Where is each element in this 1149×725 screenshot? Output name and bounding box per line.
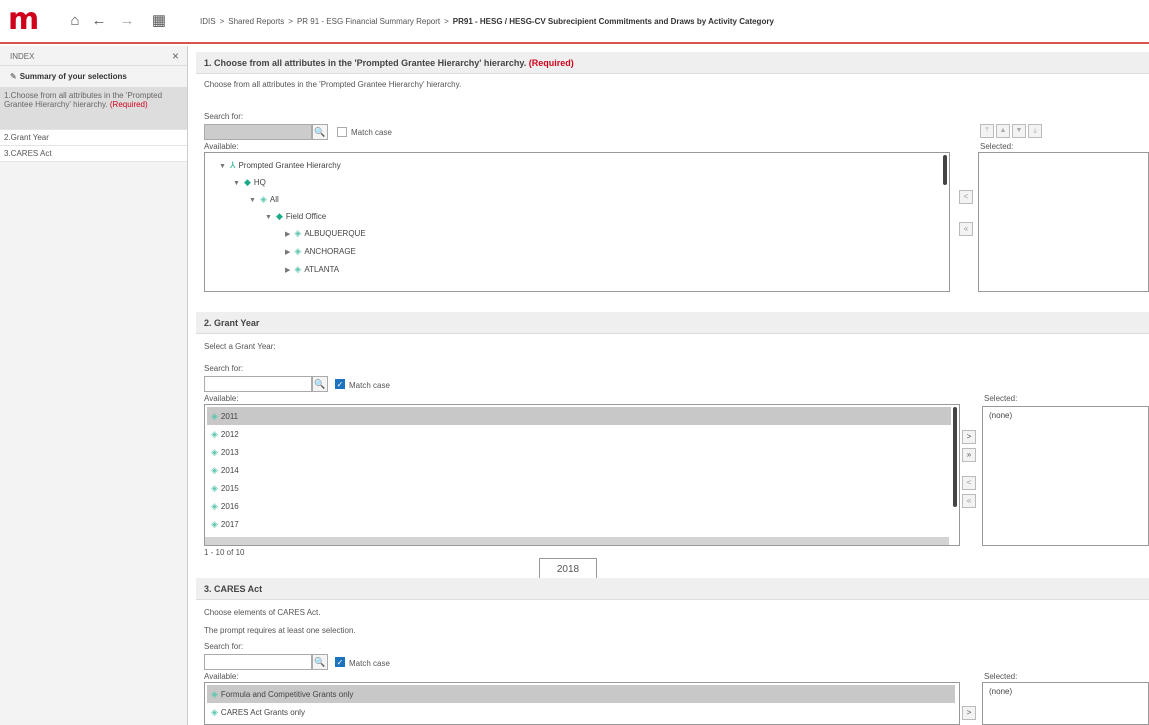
list-item[interactable]: ◈ 2017 — [207, 515, 243, 533]
hierarchy-tree[interactable]: ▼ ⅄ Prompted Grantee Hierarchy ▼ ◆ HQ ▼ ◈ All … — [204, 152, 950, 292]
selected-label: Selected: — [984, 672, 1018, 681]
close-icon[interactable]: × — [172, 49, 179, 63]
match-case-checkbox[interactable] — [337, 127, 347, 137]
tree-node-hq[interactable]: ▼ ◆ HQ — [233, 177, 266, 188]
add-button[interactable]: > — [962, 430, 976, 444]
list-item[interactable]: ◈ 2013 — [207, 443, 243, 461]
move-bottom-button[interactable]: ⤓ — [1028, 124, 1042, 138]
breadcrumb: IDIS > Shared Reports > PR 91 - ESG Financia… — [200, 17, 774, 26]
match-case-checkbox[interactable]: ✓ — [335, 379, 345, 389]
section-header-grant-year: 2. Grant Year — [196, 312, 1149, 334]
sidebar-item-cares-act[interactable]: 3.CARES Act — [0, 146, 187, 162]
selected-label: Selected: — [984, 394, 1018, 403]
remove-button[interactable]: < — [959, 190, 973, 204]
list-item[interactable]: ◈ 2016 — [207, 497, 243, 515]
tree-node-anchorage[interactable]: ▶ ◈ ANCHORAGE — [285, 246, 356, 257]
sidebar-title: INDEX — [10, 52, 35, 61]
breadcrumb-item[interactable]: Shared Reports — [228, 17, 284, 26]
search-label: Search for: — [204, 364, 244, 373]
list-item[interactable]: ◈ 2011 — [207, 407, 951, 425]
list-item[interactable]: ◈ 2012 — [207, 425, 243, 443]
cares-act-list[interactable]: ◈ Formula and Competitive Grants only ◈ CA… — [204, 682, 960, 725]
sidebar-item-label: 3.CARES Act — [4, 149, 52, 158]
remove-all-button[interactable]: « — [962, 494, 976, 508]
breadcrumb-item[interactable]: PR 91 - ESG Financial Summary Report — [297, 17, 440, 26]
sidebar-item-label: 2.Grant Year — [4, 133, 49, 142]
summary-icon: ✎ — [10, 72, 17, 81]
scrollbar-thumb[interactable] — [953, 407, 957, 507]
section-description: Choose from all attributes in the 'Promp… — [204, 80, 462, 89]
search-input[interactable] — [204, 376, 312, 392]
search-label: Search for: — [204, 642, 244, 651]
required-tag: (Required) — [109, 100, 148, 109]
back-arrow-icon[interactable]: ← — [90, 12, 108, 30]
section-title: 3. CARES Act — [204, 584, 263, 594]
section-title: 1. Choose from all attributes in the 'Pr… — [204, 58, 527, 68]
tree-node-atlanta[interactable]: ▶ ◈ ATLANTA — [285, 264, 339, 275]
search-icon[interactable]: 🔍 — [312, 654, 328, 670]
available-label: Available: — [204, 672, 239, 681]
selected-list[interactable]: (none) — [982, 406, 1149, 546]
selected-list[interactable] — [978, 152, 1149, 292]
section-description: Choose elements of CARES Act. — [204, 608, 321, 617]
available-label: Available: — [204, 142, 239, 151]
match-case-label: Match case — [351, 128, 392, 137]
selected-value: (none) — [989, 411, 1013, 420]
move-down-button[interactable]: ▼ — [1012, 124, 1026, 138]
tree-node-all[interactable]: ▼ ◈ All — [249, 194, 279, 205]
list-item[interactable]: ◈ 2015 — [207, 479, 243, 497]
add-button[interactable]: > — [962, 706, 976, 720]
breadcrumb-item[interactable]: IDIS — [200, 17, 216, 26]
report-icon[interactable]: ▦ — [150, 12, 168, 30]
search-input[interactable] — [204, 124, 312, 140]
list-item[interactable]: ◈ Formula and Competitive Grants only — [207, 685, 955, 703]
remove-button[interactable]: < — [962, 476, 976, 490]
section-header-hierarchy: 1. Choose from all attributes in the 'Pr… — [196, 52, 1149, 74]
list-item[interactable]: ◈ CARES Act Grants only — [207, 703, 309, 721]
match-case-checkbox[interactable]: ✓ — [335, 657, 345, 667]
search-icon[interactable]: 🔍 — [312, 124, 328, 140]
sidebar-item-grant-year[interactable]: 2.Grant Year — [0, 130, 187, 146]
available-label: Available: — [204, 394, 239, 403]
move-top-button[interactable]: ⤒ — [980, 124, 994, 138]
search-icon[interactable]: 🔍 — [312, 376, 328, 392]
required-tag: (Required) — [528, 58, 574, 68]
forward-arrow-icon[interactable]: → — [118, 12, 136, 30]
requirement-note: The prompt requires at least one selecti… — [204, 626, 356, 635]
grant-year-list[interactable]: ◈ 2011 ◈ 2012 ◈ 2013 ◈ 2014 ◈ 2015 ◈ 2016 ◈ 201… — [204, 404, 960, 546]
scrollbar-thumb[interactable] — [943, 155, 947, 185]
selected-label: Selected: — [980, 142, 1014, 151]
sidebar-header: INDEX × — [0, 46, 187, 66]
pager-text: 1 - 10 of 10 — [204, 548, 245, 557]
home-icon[interactable]: ⌂ — [66, 12, 84, 30]
prompt-main: 1. Choose from all attributes in the 'Pr… — [196, 46, 1149, 725]
tree-node-field-office[interactable]: ▼ ◆ Field Office — [265, 211, 326, 222]
section-title: 2. Grant Year — [204, 318, 260, 328]
section-header-cares-act: 3. CARES Act — [196, 578, 1149, 600]
selected-list[interactable]: (none) — [982, 682, 1149, 725]
app-logo[interactable]: m — [8, 5, 40, 35]
search-input[interactable] — [204, 654, 312, 670]
summary-label: Summary of your selections — [19, 72, 127, 81]
remove-all-button[interactable]: « — [959, 222, 973, 236]
sidebar-item-hierarchy[interactable]: 1.Choose from all attributes in the 'Pro… — [0, 88, 187, 130]
move-up-button[interactable]: ▲ — [996, 124, 1010, 138]
summary-link[interactable]: ✎ Summary of your selections — [0, 66, 187, 88]
breadcrumb-current: PR91 - HESG / HESG-CV Subrecipient Commi… — [452, 17, 774, 26]
list-footer-bar — [205, 537, 949, 545]
index-sidebar: INDEX × ✎ Summary of your selections 1.Ch… — [0, 46, 188, 725]
section-description: Select a Grant Year: — [204, 342, 276, 351]
top-bar: m ⌂ ← → ▦ IDIS > Shared Reports > PR 91 - ES… — [0, 0, 1149, 44]
match-case-label: Match case — [349, 381, 390, 390]
selected-value: (none) — [989, 687, 1013, 696]
add-all-button[interactable]: » — [962, 448, 976, 462]
search-label: Search for: — [204, 112, 244, 121]
tree-node-albuquerque[interactable]: ▶ ◈ ALBUQUERQUE — [285, 228, 366, 239]
match-case-label: Match case — [349, 659, 390, 668]
tree-node-root[interactable]: ▼ ⅄ Prompted Grantee Hierarchy — [219, 160, 341, 171]
list-item[interactable]: ◈ 2014 — [207, 461, 243, 479]
